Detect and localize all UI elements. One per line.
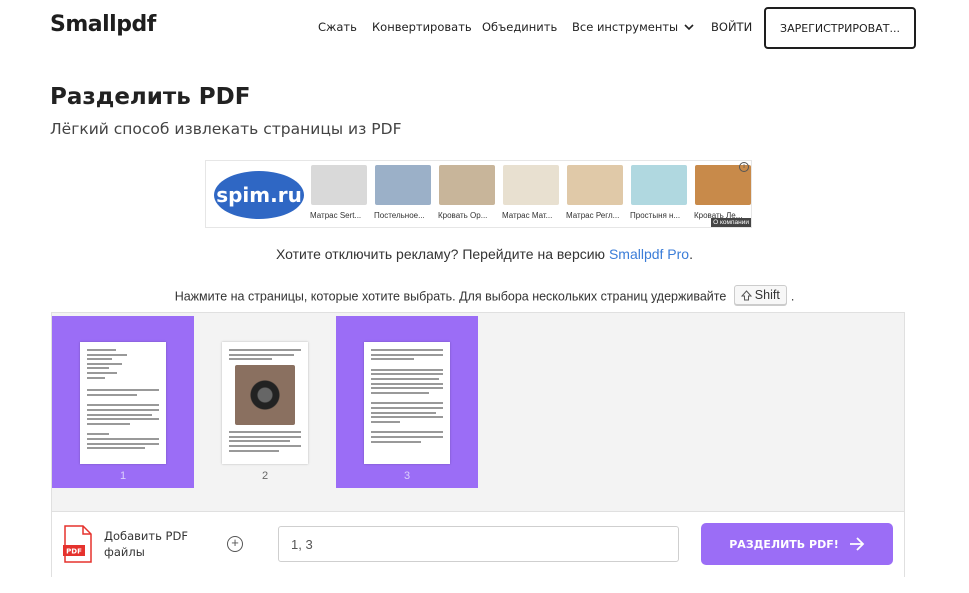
page-selection-area: 1 2 3 PDF Добавить PDF файлы + 1, 3 РАЗД… [51, 312, 905, 577]
ad-item[interactable]: Простыня н... [630, 165, 688, 220]
split-pdf-button[interactable]: РАЗДЕЛИТЬ PDF! [701, 523, 893, 565]
ad-removal-notice: Хотите отключить рекламу? Перейдите на в… [0, 246, 969, 262]
split-pdf-label: РАЗДЕЛИТЬ PDF! [729, 537, 839, 551]
split-toolbar: PDF Добавить PDF файлы + РАЗДЕЛИТЬ PDF! [52, 511, 904, 577]
upsell-suffix: . [689, 246, 693, 262]
instructions-suffix: . [790, 289, 795, 304]
nav-compress[interactable]: Сжать [318, 20, 357, 34]
page-preview [364, 342, 450, 464]
ad-thumb [375, 165, 431, 205]
page-thumbnail[interactable]: 2 [194, 316, 336, 488]
ad-caption: Постельное... [374, 211, 425, 220]
ad-logo[interactable]: spim.ru [214, 171, 304, 219]
page-thumbnail[interactable]: 3 [336, 316, 478, 488]
nav-all-tools-label: Все инструменты [572, 20, 679, 34]
nav-convert[interactable]: Конвертировать [372, 20, 472, 34]
ad-caption: Простыня н... [630, 211, 681, 220]
smallpdf-logo[interactable]: Smallpdf [50, 12, 156, 37]
shift-arrow-icon [740, 289, 752, 300]
ad-item[interactable]: Матрас Sert... [310, 165, 368, 220]
page-subtitle: Лёгкий способ извлекать страницы из PDF [50, 120, 402, 138]
ad-caption: Кровать Ор... [438, 211, 488, 220]
ad-caption: Матрас Sert... [310, 211, 362, 220]
chevron-down-icon [684, 24, 694, 31]
ad-item[interactable]: Матрас Регл... [566, 165, 624, 220]
ad-item[interactable]: Постельное... [374, 165, 432, 220]
shift-key-label: Shift [754, 288, 780, 302]
shift-key: Shift [733, 285, 787, 305]
ad-info-icon[interactable]: i [739, 162, 749, 172]
ad-item[interactable]: Кровать Ор... [438, 165, 496, 220]
add-file-plus-icon[interactable]: + [227, 536, 243, 552]
nav-all-tools[interactable]: Все инструменты [572, 20, 694, 34]
page-title: Разделить PDF [50, 84, 251, 110]
signup-button[interactable]: ЗАРЕГИСТРИРОВАТ... [764, 7, 916, 49]
instructions-text: Нажмите на страницы, которые хотите выбр… [174, 289, 727, 304]
page-number: 2 [261, 470, 269, 482]
nav-merge[interactable]: Объединить [482, 20, 557, 34]
arrow-right-icon [849, 537, 865, 551]
ad-thumb [631, 165, 687, 205]
ad-thumb [439, 165, 495, 205]
ad-thumb [567, 165, 623, 205]
page-preview [80, 342, 166, 464]
ad-company-link[interactable]: О компании [711, 218, 751, 227]
ad-banner[interactable]: spim.ru Матрас Sert... Постельное... Кро… [205, 160, 752, 228]
selection-instructions: Нажмите на страницы, которые хотите выбр… [0, 285, 969, 305]
watch-photo [235, 365, 295, 426]
page-range-input[interactable] [278, 526, 679, 562]
page-number: 3 [403, 470, 411, 482]
login-link[interactable]: ВОЙТИ [711, 20, 752, 34]
ad-thumb [311, 165, 367, 205]
page-thumbnail[interactable]: 1 [52, 316, 194, 488]
ad-item[interactable]: Матрас Мат... [502, 165, 560, 220]
pdf-file-icon: PDF [63, 525, 92, 563]
ad-item[interactable]: Кровать Ле... [694, 165, 752, 220]
svg-text:PDF: PDF [66, 548, 82, 556]
ad-caption: Матрас Регл... [566, 211, 620, 220]
page-preview [222, 342, 308, 464]
upsell-text: Хотите отключить рекламу? Перейдите на в… [275, 246, 609, 262]
page-number: 1 [119, 470, 127, 482]
ad-caption: Матрас Мат... [502, 211, 553, 220]
add-pdf-files-label[interactable]: Добавить PDF файлы [104, 528, 204, 560]
ad-thumb [503, 165, 559, 205]
smallpdf-pro-link[interactable]: Smallpdf Pro [609, 246, 689, 262]
